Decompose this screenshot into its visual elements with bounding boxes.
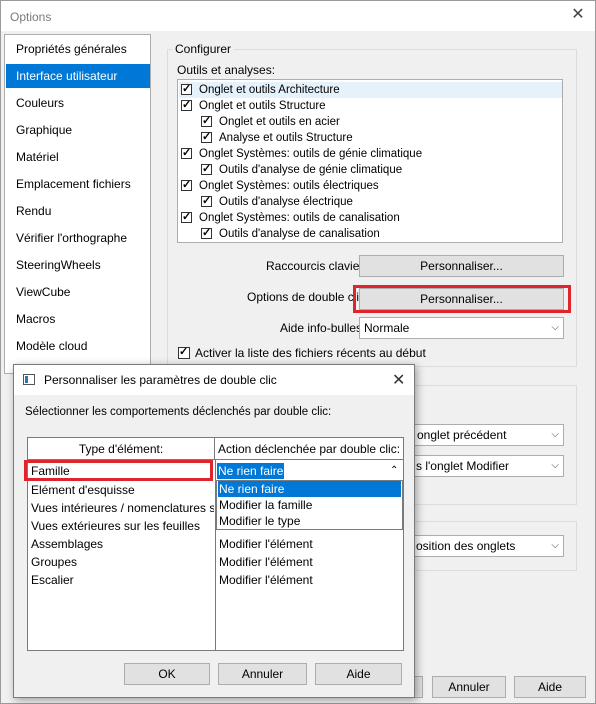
column-header-action[interactable]: Action déclenchée par double clic: [215, 438, 403, 460]
tab-behavior-select-1[interactable]: onglet précédent ⌵ [399, 424, 564, 446]
grid-cell-type[interactable]: Assemblages [29, 535, 214, 553]
chevron-up-icon[interactable]: ⌃ [390, 462, 398, 480]
dropdown-option[interactable]: Ne rien faire [218, 481, 401, 497]
tooltip-select-value: Normale [364, 321, 410, 335]
checkbox[interactable] [201, 114, 212, 128]
dropdown-option[interactable]: Modifier la famille [218, 497, 401, 513]
sidebar-item-general[interactable]: Propriétés générales [6, 37, 150, 61]
dblclick-label: Options de double clic: [247, 290, 369, 304]
dblclick-dialog: Personnaliser les paramètres de double c… [13, 364, 415, 698]
grid-cell-action[interactable]: Modifier l'élément [217, 571, 402, 589]
checkbox[interactable] [181, 146, 192, 160]
tab-position-select[interactable]: osition des onglets ⌵ [399, 535, 564, 557]
grid-cell-type[interactable]: Groupes [29, 553, 214, 571]
checkbox[interactable] [201, 226, 212, 240]
sidebar-item-cloud-model[interactable]: Modèle cloud [6, 334, 150, 358]
tooltip-label: Aide info-bulles: [280, 321, 366, 335]
famille-highlight [24, 460, 213, 481]
sidebar-item-graphics[interactable]: Graphique [6, 118, 150, 142]
checkbox[interactable] [201, 194, 212, 208]
chevron-down-icon: ⌵ [551, 540, 559, 551]
dialog-cancel-button[interactable]: Annuler [218, 663, 307, 685]
tooltip-select[interactable]: Normale ⌵ [359, 317, 564, 339]
dblclick-customize-button[interactable]: Personnaliser... [359, 288, 564, 310]
sidebar-item-hardware[interactable]: Matériel [6, 145, 150, 169]
title-bar: Options ✕ [1, 1, 595, 31]
sidebar-item-file-locations[interactable]: Emplacement fichiers [6, 172, 150, 196]
checkbox[interactable] [181, 210, 192, 224]
configure-group-label: Configurer [172, 42, 235, 56]
window-title: Options [10, 10, 52, 24]
checkbox[interactable] [181, 82, 192, 96]
dialog-instruction: Sélectionner les comportements déclenché… [25, 406, 332, 418]
column-header-type[interactable]: Type d'élément: [28, 438, 215, 460]
sidebar-item-viewcube[interactable]: ViewCube [6, 280, 150, 304]
shortcuts-customize-button[interactable]: Personnaliser... [359, 255, 564, 277]
dialog-help-button[interactable]: Aide [315, 663, 402, 685]
action-select-value: Ne rien faire [217, 463, 285, 479]
ok-button-fragment[interactable] [415, 676, 423, 698]
sidebar-item-steeringwheels[interactable]: SteeringWheels [6, 253, 150, 277]
sidebar: Propriétés générales Interface utilisate… [4, 34, 151, 374]
tree-item-architecture[interactable]: Onglet et outils Architecture [179, 82, 562, 98]
grid-cell-action[interactable]: Modifier l'élément [217, 535, 402, 553]
close-icon[interactable]: ✕ [569, 5, 587, 25]
chevron-down-icon: ⌵ [551, 429, 559, 440]
behavior-grid[interactable]: Type d'élément: Action déclenchée par do… [24, 437, 404, 651]
sidebar-item-spelling[interactable]: Vérifier l'orthographe [6, 226, 150, 250]
grid-cell-type[interactable]: Vues extérieures sur les feuilles [29, 517, 214, 535]
close-icon[interactable]: ✕ [392, 370, 405, 390]
dialog-title-bar: Personnaliser les paramètres de double c… [14, 365, 414, 395]
checkbox[interactable] [181, 178, 192, 192]
dialog-title: Personnaliser les paramètres de double c… [44, 373, 277, 387]
sidebar-item-macros[interactable]: Macros [6, 307, 150, 331]
action-dropdown-list[interactable]: Ne rien faire Modifier la famille Modifi… [216, 480, 403, 530]
grid-cell-type[interactable]: Vues intérieures / nomenclatures s [29, 499, 214, 517]
tools-tree[interactable]: Onglet et outils Architecture Onglet et … [177, 79, 563, 243]
action-select-famille[interactable]: Ne rien faire ⌃ [216, 462, 403, 480]
checkbox[interactable] [181, 98, 192, 112]
grid-cell-action[interactable]: Modifier l'élément [217, 553, 402, 571]
shortcuts-label: Raccourcis clavier: [266, 259, 367, 273]
app-window-icon [23, 374, 35, 385]
main-cancel-button[interactable]: Annuler [432, 676, 506, 698]
sidebar-item-user-interface[interactable]: Interface utilisateur [6, 64, 150, 88]
tools-label: Outils et analyses: [177, 63, 276, 77]
sidebar-item-colors[interactable]: Couleurs [6, 91, 150, 115]
grid-cell-type[interactable]: Escalier [29, 571, 214, 589]
main-help-button[interactable]: Aide [514, 676, 586, 698]
dropdown-option[interactable]: Modifier le type [218, 513, 401, 529]
checkbox[interactable] [201, 162, 212, 176]
checkbox[interactable] [201, 130, 212, 144]
chevron-down-icon: ⌵ [551, 460, 559, 471]
tab-behavior-select-2[interactable]: s l'onglet Modifier ⌵ [399, 455, 564, 477]
dialog-ok-button[interactable]: OK [124, 663, 210, 685]
sidebar-item-rendering[interactable]: Rendu [6, 199, 150, 223]
recent-files-checkbox[interactable]: Activer la liste des fichiers récents au… [178, 345, 478, 361]
chevron-down-icon: ⌵ [551, 322, 559, 333]
grid-cell-type[interactable]: Elément d'esquisse [29, 481, 214, 499]
checkbox[interactable] [178, 345, 190, 359]
